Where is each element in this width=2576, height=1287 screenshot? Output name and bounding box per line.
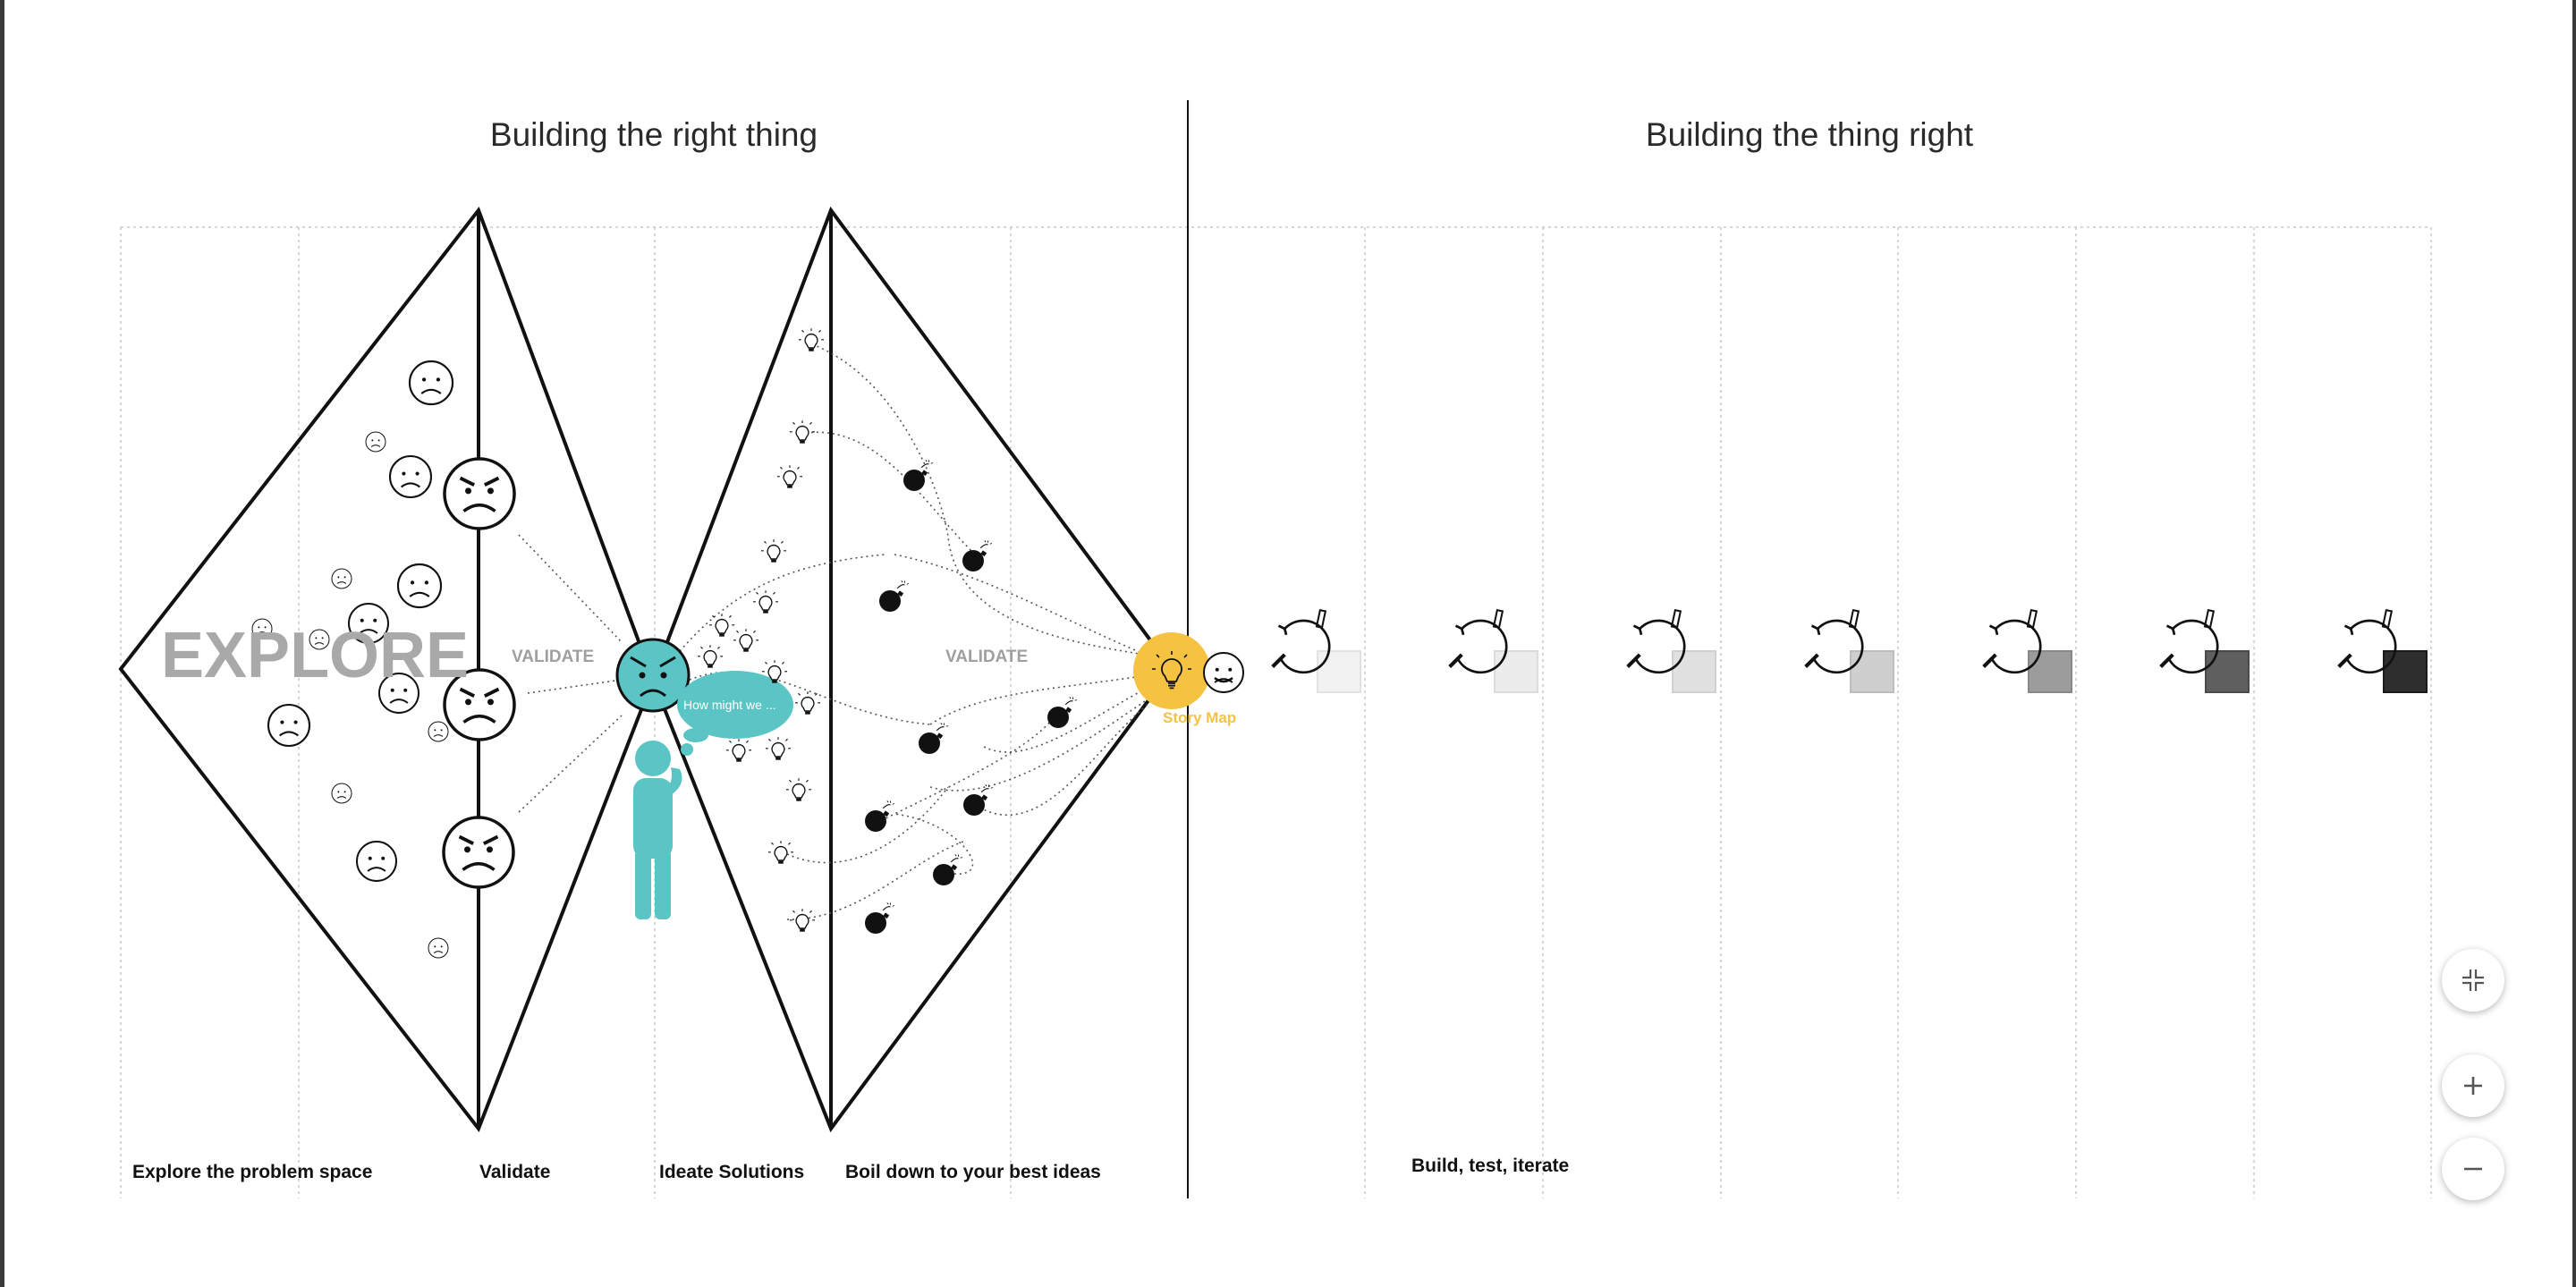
story-map-label: Story Map	[1163, 709, 1236, 726]
stage-label-boil: Boil down to your best ideas	[845, 1162, 1101, 1182]
rejected-ideas-bombs	[864, 459, 1078, 935]
stage-label-explore: Explore the problem space	[132, 1162, 373, 1182]
collapse-icon	[2462, 969, 2484, 991]
validate-label-2: VALIDATE	[945, 648, 1028, 666]
story-map-bulb	[1133, 632, 1243, 709]
minus-icon	[2464, 1167, 2482, 1171]
stage-label-build: Build, test, iterate	[1411, 1156, 1570, 1176]
stage-label-validate: Validate	[479, 1162, 551, 1182]
collapse-button[interactable]	[2442, 949, 2504, 1012]
zoom-out-button[interactable]	[2442, 1138, 2504, 1200]
dotted-connectors	[518, 343, 1164, 920]
right-section-title: Building the thing right	[1645, 116, 1974, 153]
zoom-in-button[interactable]	[2442, 1054, 2504, 1117]
left-section-title: Building the right thing	[489, 116, 818, 153]
stage-label-ideate: Ideate Solutions	[659, 1162, 805, 1182]
plus-icon	[2464, 1077, 2482, 1095]
persona-figure	[615, 638, 793, 919]
validate-label-1: VALIDATE	[512, 648, 594, 666]
thought-bubble-text: How might we ...	[683, 698, 775, 712]
explore-label: EXPLORE	[161, 620, 470, 691]
